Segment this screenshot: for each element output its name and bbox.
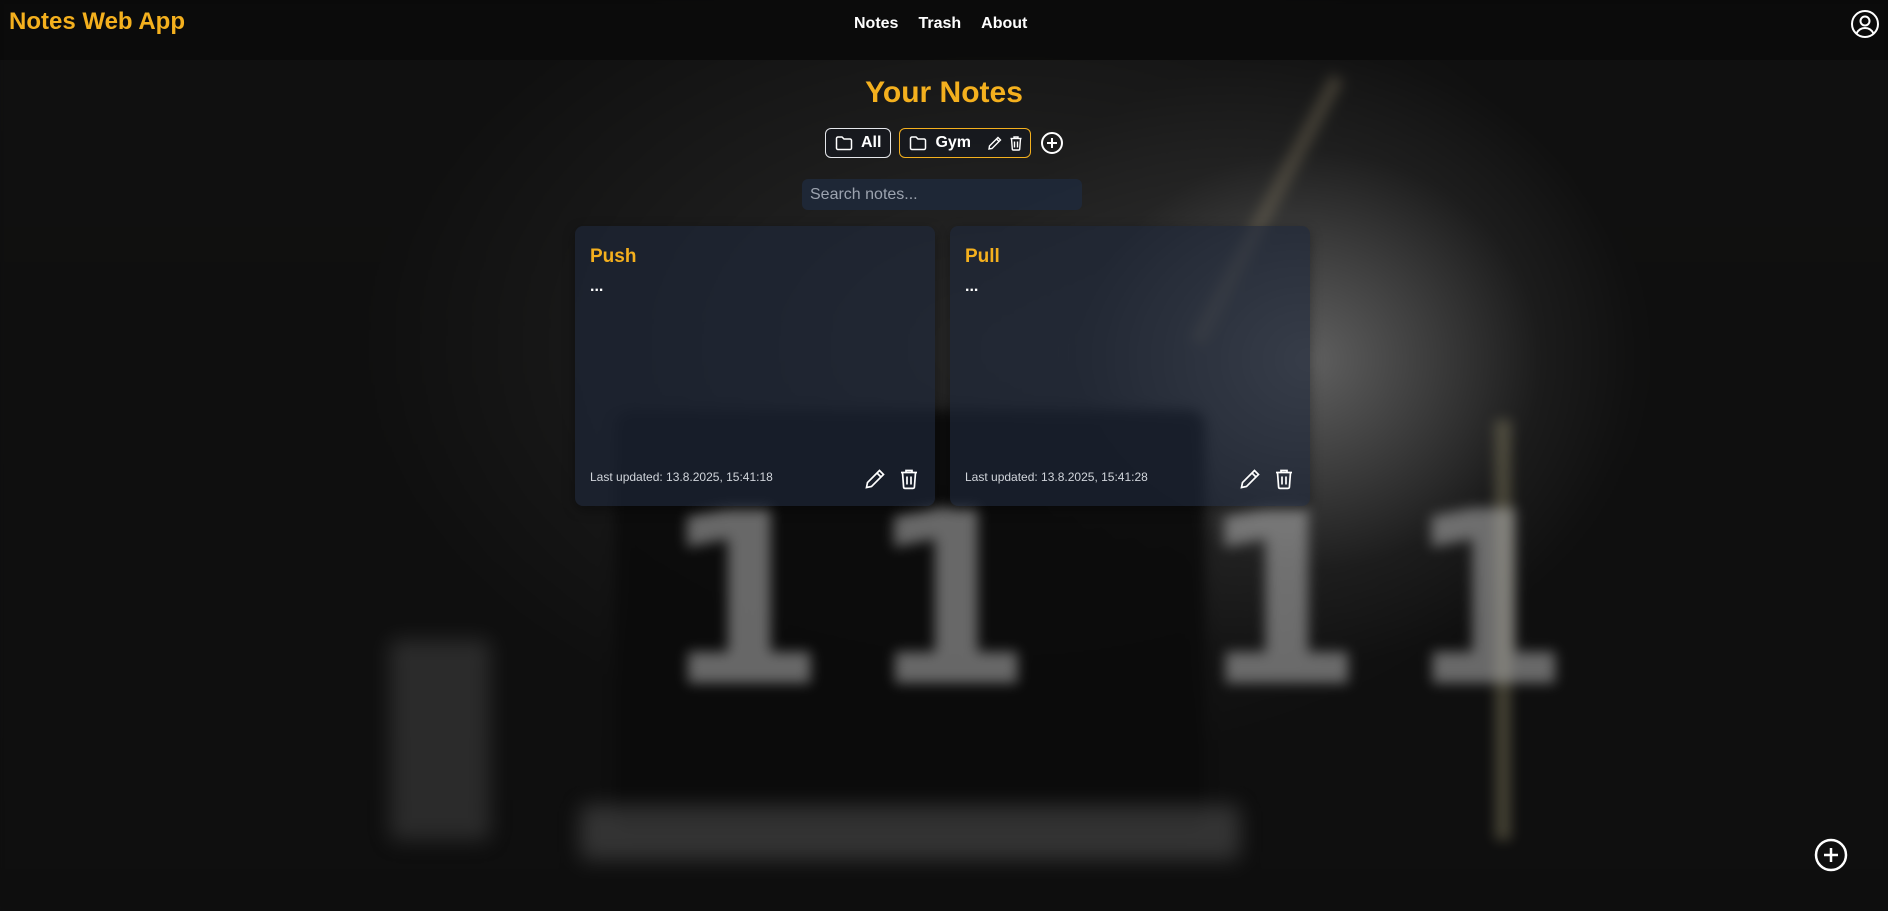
trash-icon[interactable] (1273, 468, 1295, 490)
navbar: Notes Web App Notes Trash About (0, 0, 1888, 60)
add-folder-plus-circle-icon[interactable] (1040, 131, 1064, 155)
note-preview: ... (590, 278, 604, 295)
note-actions (864, 468, 920, 490)
folder-chip-all[interactable]: All (825, 128, 892, 158)
note-card[interactable]: Pull ... Last updated: 13.8.2025, 15:41:… (950, 226, 1310, 506)
app-brand[interactable]: Notes Web App (9, 8, 185, 36)
pencil-icon[interactable] (1239, 468, 1261, 490)
folder-chip-gym[interactable]: Gym (899, 128, 1032, 158)
note-actions (1239, 468, 1295, 490)
nav-link-about[interactable]: About (981, 15, 1027, 33)
user-circle-icon[interactable] (1850, 9, 1880, 39)
note-title: Pull (965, 246, 1000, 267)
add-note-plus-circle-icon[interactable] (1813, 837, 1849, 873)
clock-digits-shape: 11 11 (660, 460, 1612, 740)
trash-icon[interactable] (898, 468, 920, 490)
nav-link-notes[interactable]: Notes (854, 15, 898, 33)
trash-icon[interactable] (1009, 135, 1023, 151)
nav-links: Notes Trash About (854, 15, 1027, 33)
note-preview: ... (965, 278, 979, 295)
folder-label: Gym (935, 134, 972, 151)
folder-icon (835, 135, 853, 151)
folder-actions (987, 135, 1023, 151)
folder-label: All (861, 134, 882, 151)
pencil-icon[interactable] (864, 468, 886, 490)
note-updated: Last updated: 13.8.2025, 15:41:28 (965, 470, 1148, 484)
folder-bar: All Gym (825, 128, 1064, 158)
folder-icon (909, 135, 927, 151)
pencil-icon[interactable] (987, 135, 1003, 151)
note-title: Push (590, 246, 637, 267)
notes-grid: Push ... Last updated: 13.8.2025, 15:41:… (575, 226, 1310, 506)
nav-link-trash[interactable]: Trash (918, 15, 961, 33)
pencil-cup-shape (390, 640, 490, 840)
note-card[interactable]: Push ... Last updated: 13.8.2025, 15:41:… (575, 226, 935, 506)
search-input[interactable] (802, 179, 1082, 210)
page-title: Your Notes (865, 76, 1023, 109)
keyboard-shape (580, 805, 1240, 860)
note-updated: Last updated: 13.8.2025, 15:41:18 (590, 470, 773, 484)
